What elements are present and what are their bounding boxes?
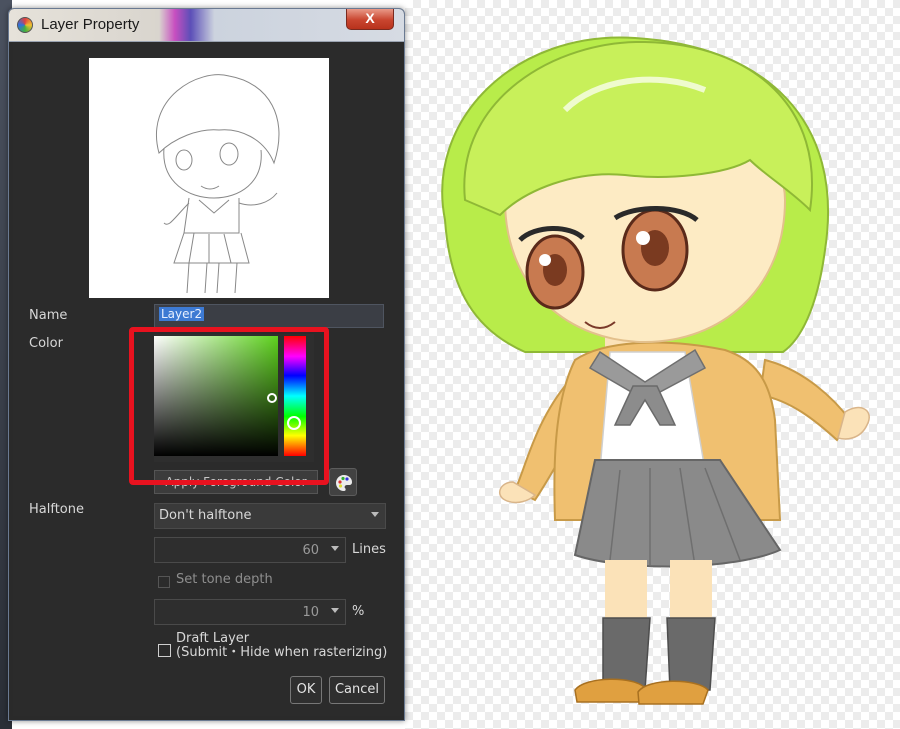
- halftone-dropdown-value: Don't halftone: [159, 508, 252, 523]
- cancel-button[interactable]: Cancel: [329, 676, 385, 704]
- title-bar[interactable]: Layer Property X: [9, 9, 404, 42]
- dialog-body: Name Layer2 Color Apply Foreground Color…: [13, 42, 400, 716]
- draft-layer-label-line2: (Submit・Hide when rasterizing): [176, 645, 388, 660]
- tone-depth-dropdown[interactable]: 10: [154, 599, 346, 625]
- layer-property-dialog: Layer Property X Name Layer2 Color Apply…: [8, 8, 405, 721]
- layer-preview-thumbnail: [89, 58, 329, 298]
- app-color-wheel-icon: [17, 17, 33, 33]
- line-art-sketch: [156, 74, 280, 294]
- halftone-label: Halftone: [29, 502, 84, 517]
- draft-layer-label: Draft Layer (Submit・Hide when rasterizin…: [176, 632, 387, 660]
- color-label: Color: [29, 336, 63, 351]
- drawing-canvas[interactable]: [405, 0, 900, 729]
- window-title: Layer Property: [41, 16, 140, 33]
- chevron-down-icon: [331, 608, 339, 613]
- character-illustration: [441, 36, 870, 705]
- tone-depth-unit-label: %: [352, 604, 365, 619]
- name-input[interactable]: Layer2: [154, 304, 384, 328]
- highlight-annotation-box: [129, 327, 329, 485]
- palette-button[interactable]: [329, 468, 357, 496]
- palette-icon: [336, 475, 352, 491]
- set-tone-depth-label: Set tone depth: [176, 572, 273, 587]
- lines-value: 60: [302, 543, 319, 558]
- close-button[interactable]: X: [346, 9, 394, 30]
- draft-layer-checkbox[interactable]: [158, 644, 171, 657]
- ok-button[interactable]: OK: [290, 676, 322, 704]
- name-label: Name: [29, 308, 68, 323]
- lines-unit-label: Lines: [352, 542, 386, 557]
- lines-dropdown[interactable]: 60: [154, 537, 346, 563]
- chevron-down-icon: [331, 546, 339, 551]
- chevron-down-icon: [371, 512, 379, 517]
- tone-depth-value: 10: [302, 605, 319, 620]
- halftone-dropdown[interactable]: Don't halftone: [154, 503, 386, 529]
- set-tone-depth-checkbox[interactable]: [158, 576, 170, 588]
- name-input-value: Layer2: [159, 307, 205, 321]
- draft-layer-label-line1: Draft Layer: [176, 631, 250, 646]
